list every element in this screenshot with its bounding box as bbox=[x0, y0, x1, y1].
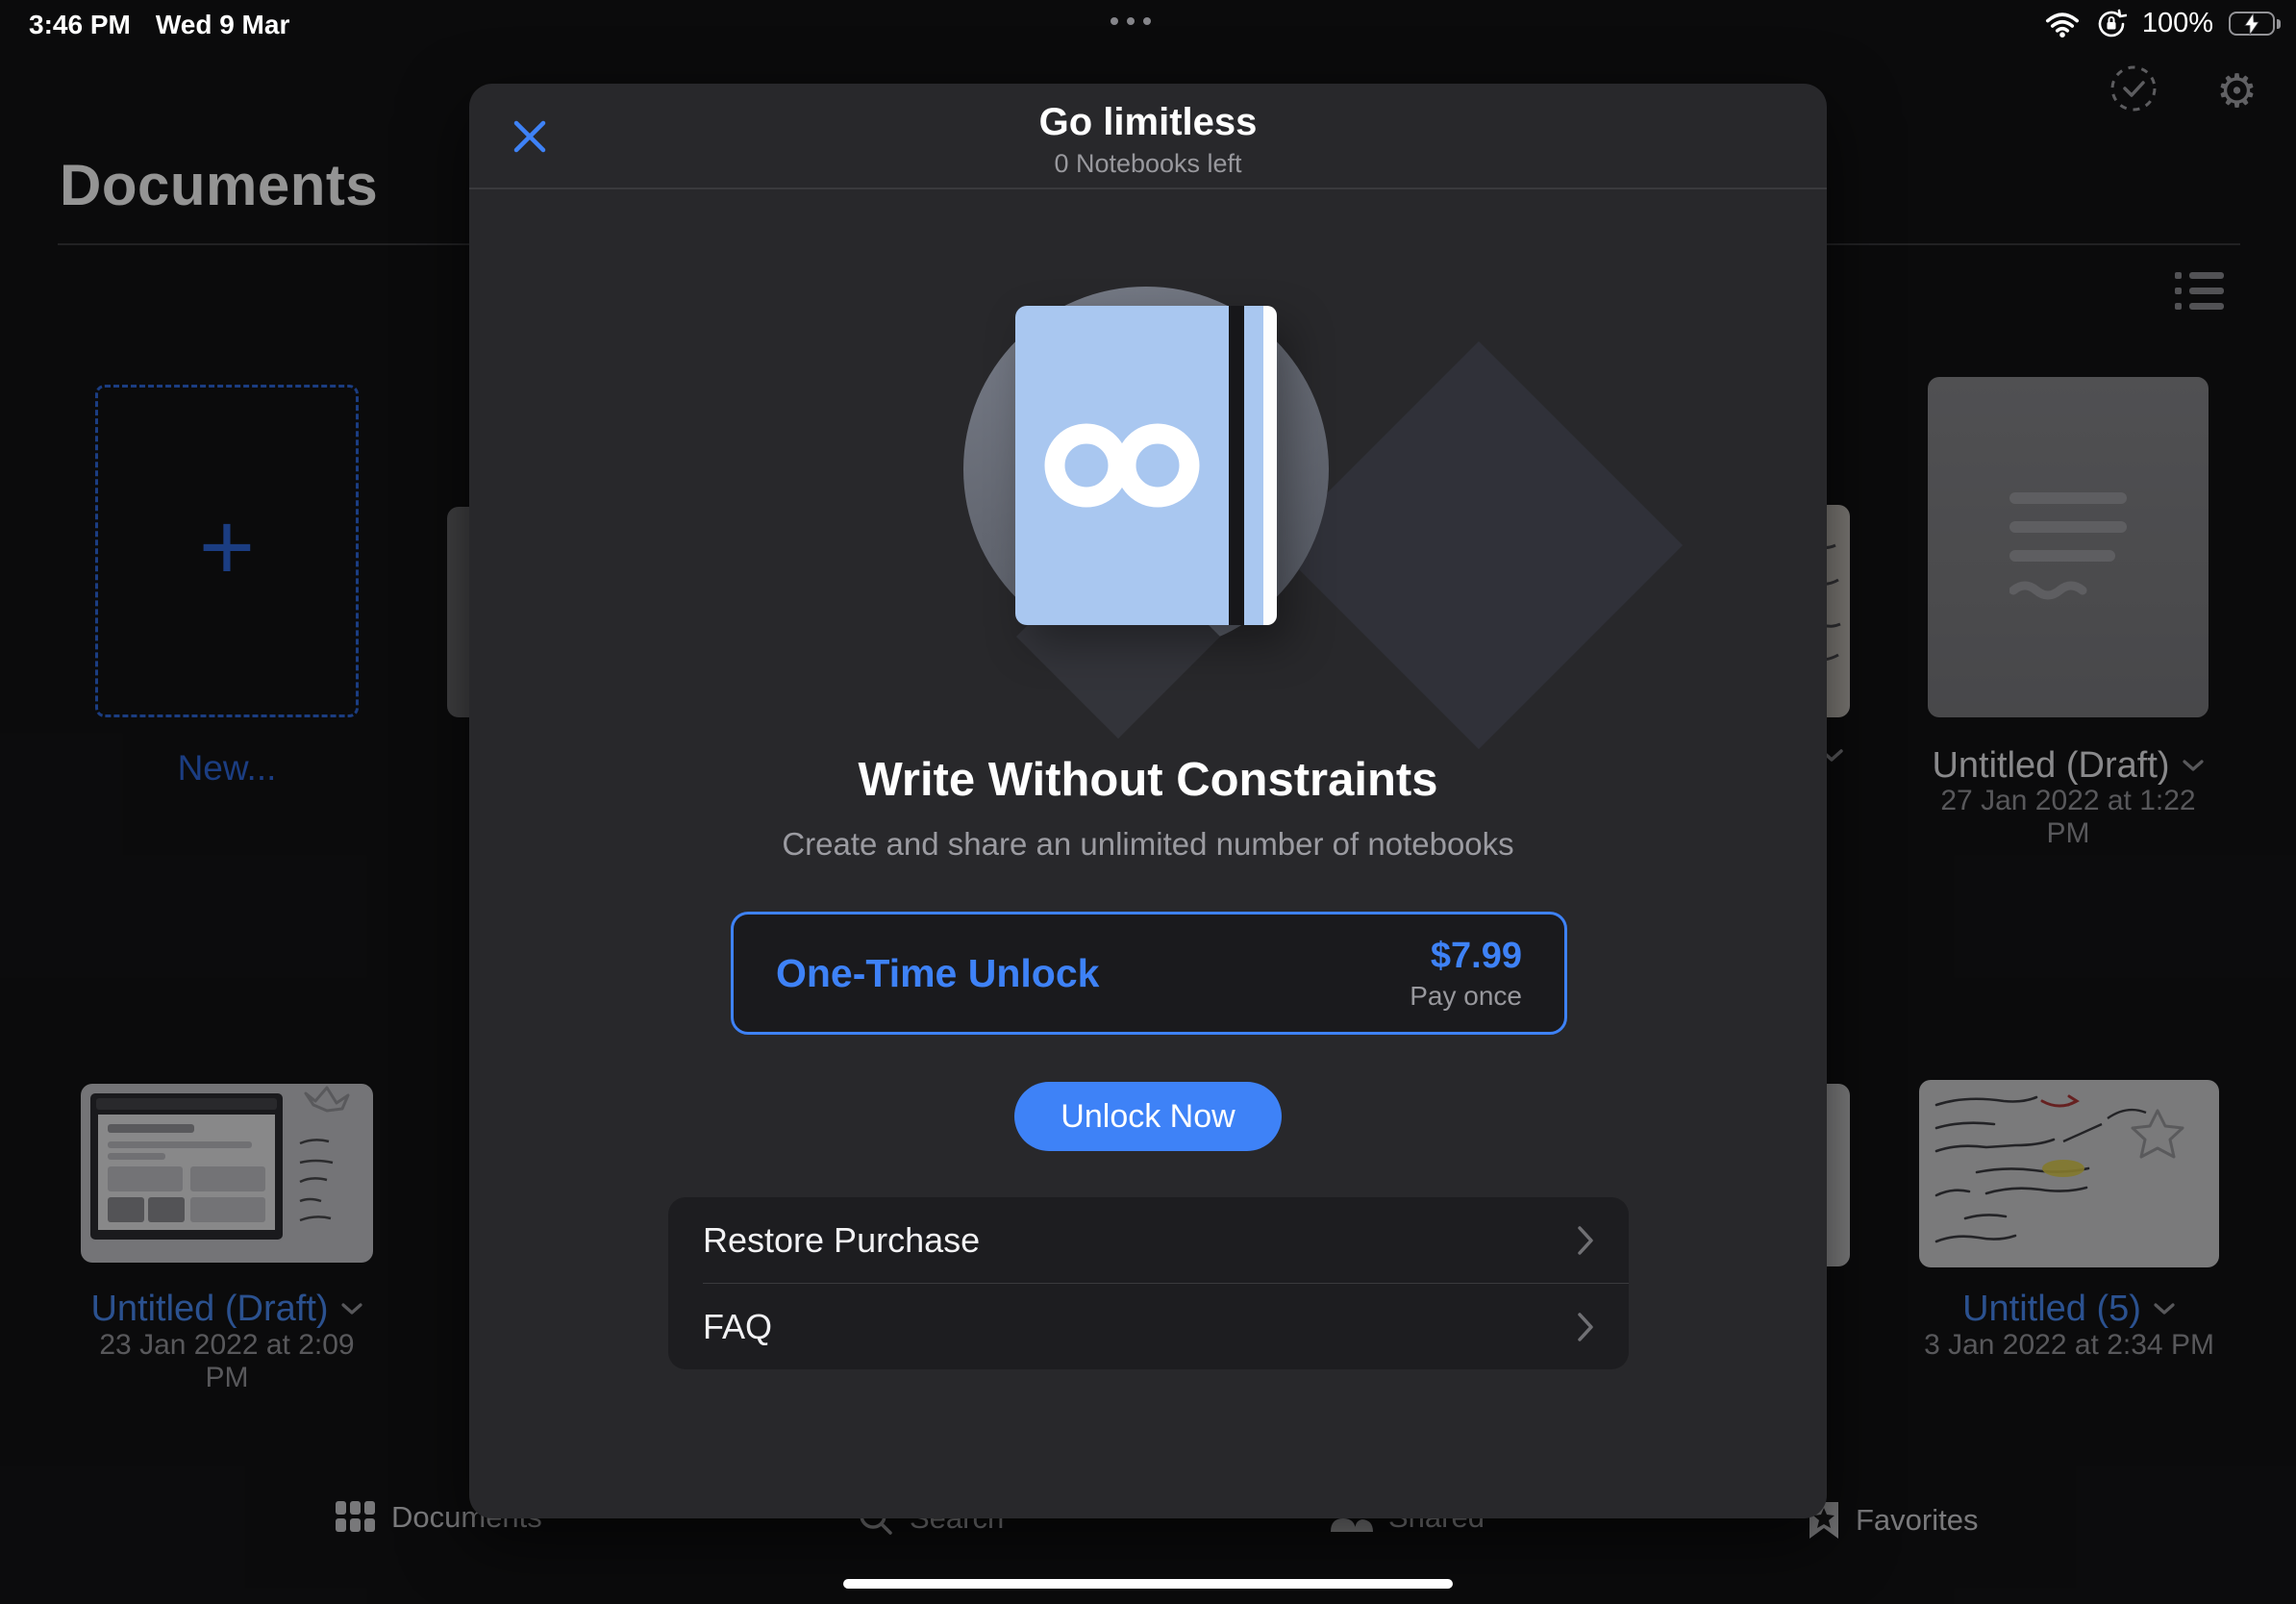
chevron-right-icon bbox=[1577, 1225, 1594, 1256]
chevron-right-icon bbox=[1577, 1312, 1594, 1342]
notebooks-left-badge: 0 Notebooks left bbox=[469, 149, 1827, 179]
illustration-shadow bbox=[1275, 341, 1683, 749]
clock: 3:46 PM bbox=[29, 10, 131, 40]
ipad-screen: Documents ⚙ + New... bbox=[0, 0, 2296, 1604]
home-indicator[interactable] bbox=[843, 1579, 1453, 1589]
links-group: Restore Purchase FAQ bbox=[668, 1197, 1629, 1369]
notebook-illustration bbox=[1015, 306, 1277, 625]
battery-percent: 100% bbox=[2142, 8, 2213, 39]
notebook-pages bbox=[1263, 306, 1277, 625]
status-left: 3:46 PM Wed 9 Mar bbox=[29, 10, 289, 40]
plan-name: One-Time Unlock bbox=[776, 951, 1099, 996]
battery-icon bbox=[2229, 12, 2281, 36]
plan-price: $7.99 bbox=[1410, 936, 1522, 977]
modal-header: Go limitless 0 Notebooks left bbox=[469, 84, 1827, 189]
multitasking-dots-icon[interactable] bbox=[1111, 17, 1151, 25]
modal-title: Go limitless bbox=[469, 101, 1827, 144]
restore-purchase-row[interactable]: Restore Purchase bbox=[668, 1197, 1629, 1283]
one-time-unlock-option[interactable]: One-Time Unlock $7.99 Pay once bbox=[731, 912, 1567, 1035]
orientation-lock-icon bbox=[2096, 9, 2127, 39]
charging-bolt-icon bbox=[2244, 13, 2259, 35]
faq-label: FAQ bbox=[703, 1307, 772, 1347]
notebook-back bbox=[1244, 306, 1263, 625]
status-right: 100% bbox=[2044, 8, 2281, 39]
notebook-band bbox=[1229, 306, 1244, 625]
restore-purchase-label: Restore Purchase bbox=[703, 1220, 980, 1261]
unlock-now-button[interactable]: Unlock Now bbox=[1014, 1082, 1282, 1151]
wifi-icon bbox=[2044, 11, 2081, 38]
date: Wed 9 Mar bbox=[156, 10, 290, 40]
notebook-cover bbox=[1015, 306, 1229, 625]
paywall-modal: Go limitless 0 Notebooks left Write With… bbox=[469, 84, 1827, 1518]
status-bar: 3:46 PM Wed 9 Mar 100% bbox=[0, 0, 2296, 46]
paywall-description: Create and share an unlimited number of … bbox=[469, 826, 1827, 863]
faq-row[interactable]: FAQ bbox=[668, 1284, 1629, 1369]
paywall-headline: Write Without Constraints bbox=[469, 753, 1827, 807]
plan-billing: Pay once bbox=[1410, 981, 1522, 1012]
infinity-icon bbox=[1039, 421, 1205, 510]
plan-pricing: $7.99 Pay once bbox=[1410, 936, 1522, 1012]
